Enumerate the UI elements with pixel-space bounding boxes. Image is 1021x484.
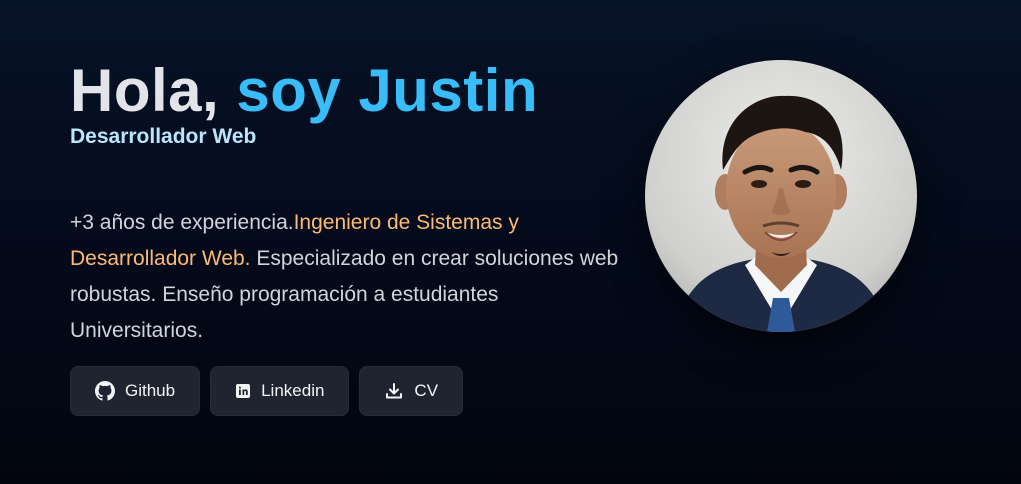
cv-label: CV — [414, 381, 439, 400]
job-subtitle: Desarrollador Web — [70, 125, 257, 148]
title-greeting: Hola, — [70, 57, 237, 124]
linkedin-label: Linkedin — [261, 381, 325, 400]
github-button[interactable]: Github — [70, 366, 201, 416]
social-actions: Github Linkedin CV — [70, 366, 464, 416]
linkedin-icon — [235, 383, 251, 399]
avatar — [645, 60, 917, 332]
download-cv-button[interactable]: CV — [359, 366, 464, 416]
linkedin-button[interactable]: Linkedin — [210, 366, 350, 416]
bio-paragraph: +3 años de experiencia.Ingeniero de Sist… — [70, 205, 630, 349]
bio-experience: +3 años de experiencia. — [70, 211, 294, 234]
hero-header: Hola, soy Justin Desarrollador Web — [70, 58, 630, 150]
github-label: Github — [125, 381, 176, 400]
title-name: soy Justin — [236, 57, 539, 124]
page-title: Hola, soy Justin — [70, 58, 630, 124]
github-icon — [95, 381, 115, 401]
download-icon — [384, 381, 404, 401]
